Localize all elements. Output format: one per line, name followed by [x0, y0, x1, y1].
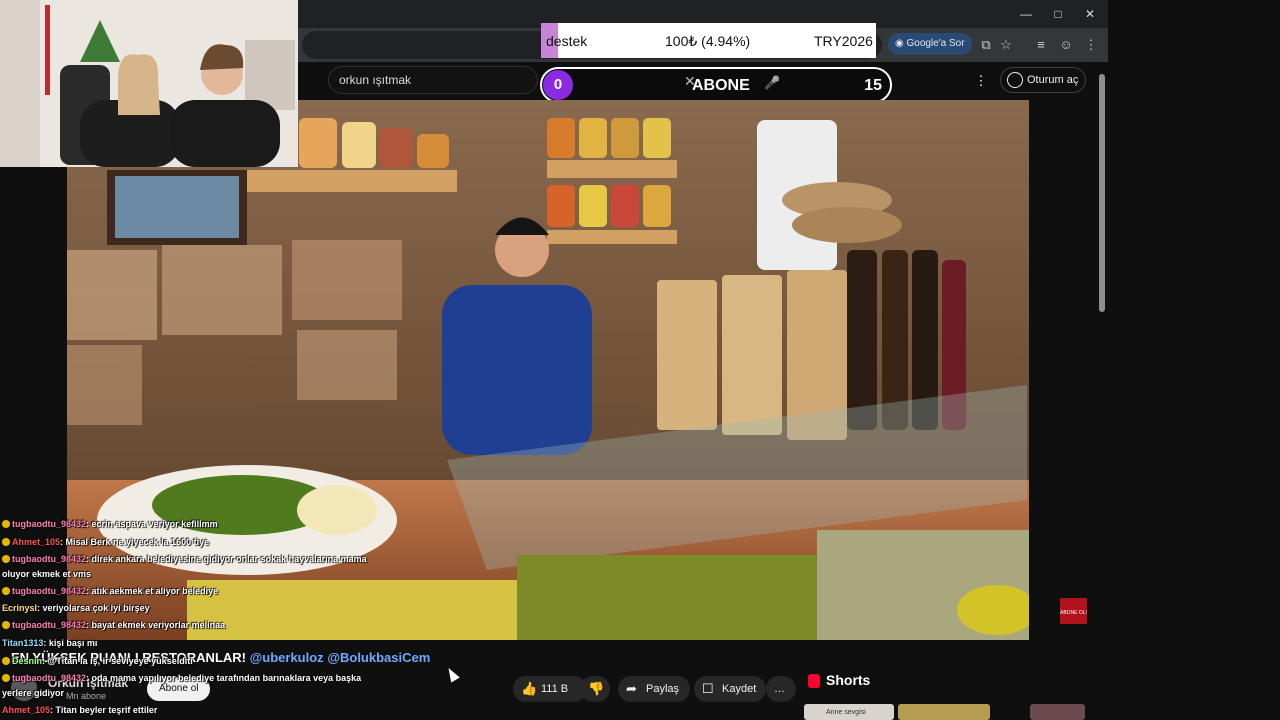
bookmark-icon: ☐ [702, 681, 714, 696]
thumbs-down-icon: 👎 [588, 681, 605, 696]
more-actions-button[interactable]: … [766, 676, 796, 702]
more-options-icon[interactable]: ⋮ [970, 70, 992, 92]
donation-label: destek [546, 33, 588, 49]
short-thumbnail-3[interactable] [1030, 704, 1085, 720]
thumbs-up-icon: 👍 [521, 681, 538, 696]
short-thumbnail-1[interactable]: Anne sevgisi [804, 704, 894, 720]
profile-icon[interactable]: ☺ [1055, 34, 1077, 56]
chat-message: Titan1313: kişi başı mı [2, 638, 98, 648]
chat-message: tugbaodtu_98432: ecrin aspava veriyor ke… [2, 516, 218, 533]
short-thumbnail-2[interactable] [898, 704, 990, 720]
google-sor-button[interactable]: ◉ Google'a Sor [888, 33, 972, 55]
chat-message: Ecrinysl: veriyolarsa çok iyi birşey [2, 603, 150, 613]
chat-message: tugbaodtu_98432: atık aekmek et aliyor b… [2, 583, 218, 600]
chat-message: tugbaodtu_98432: bayat ekmek veriyorlar … [2, 617, 225, 634]
dislike-button[interactable]: 👎 [580, 676, 610, 702]
donation-code: TRY2026 [814, 33, 873, 49]
chat-message: Ahmet_105: Misal Berk ne yiyecek la 1600… [2, 534, 209, 551]
maximize-icon[interactable]: □ [1050, 6, 1066, 22]
like-button[interactable]: 👍 111 B [513, 676, 587, 702]
chat-message: Desnin: @Titan la iş, ir seviyeye yüksel… [2, 653, 193, 670]
subscriber-goal-label: ABONE [692, 77, 750, 94]
subscriber-goal-bar: 0 ✕ ABONE 🎤 15 [540, 67, 892, 103]
channel-subscriber-count: Mn abone [66, 691, 107, 701]
webcam-frame [0, 0, 298, 167]
donation-goal-bar: destek 100₺ (4.94%) TRY2026 [541, 23, 876, 58]
bookmark-star-icon[interactable]: ☆ [995, 34, 1017, 56]
google-lens-icon: ◉ [895, 38, 907, 49]
signin-button[interactable]: Oturum aç [1000, 67, 1086, 93]
minimize-icon[interactable]: — [1018, 6, 1034, 22]
install-app-icon[interactable]: ⧉ [975, 34, 997, 56]
subscribe-corner-badge[interactable]: ABONE OL! [1060, 598, 1087, 624]
page-scrollbar[interactable] [1097, 62, 1107, 720]
chat-message: oluyor ekmek et vms [2, 569, 92, 579]
mention-tag-2[interactable]: @BolukbasiCem [327, 650, 430, 665]
search-box[interactable] [328, 66, 538, 94]
media-controls-icon[interactable]: ≡ [1030, 34, 1052, 56]
browser-menu-icon[interactable]: ⋮ [1080, 34, 1102, 56]
chat-message: Ahmet_105: Titan beyler teşrif ettiler [2, 705, 158, 715]
save-button[interactable]: ☐ Kaydet [694, 676, 766, 702]
screen: — □ ✕ ◉ Google'a Sor ⧉ ☆ ≡ ☺ ⋮ destek 10… [0, 0, 1280, 720]
search-input[interactable] [329, 67, 519, 93]
mention-tag-1[interactable]: @uberkuloz [250, 650, 324, 665]
subscriber-goal-target: 15 [864, 77, 882, 94]
close-window-icon[interactable]: ✕ [1082, 6, 1098, 22]
shorts-logo-icon [808, 674, 820, 688]
scrollbar-thumb[interactable] [1099, 74, 1105, 312]
shorts-section-header: Shorts [808, 672, 870, 688]
share-icon: ➦ [626, 681, 637, 696]
webcam-overlay [0, 0, 298, 167]
chat-message: yerlere gidiyor [2, 688, 65, 698]
account-icon [1007, 72, 1023, 88]
donation-amount: 100₺ (4.94%) [665, 33, 751, 49]
ellipsis-icon: … [774, 683, 785, 695]
subscriber-goal-current: 0 [543, 70, 573, 100]
microphone-icon[interactable]: 🎤 [764, 75, 780, 91]
share-button[interactable]: ➦ Paylaş [618, 676, 690, 702]
